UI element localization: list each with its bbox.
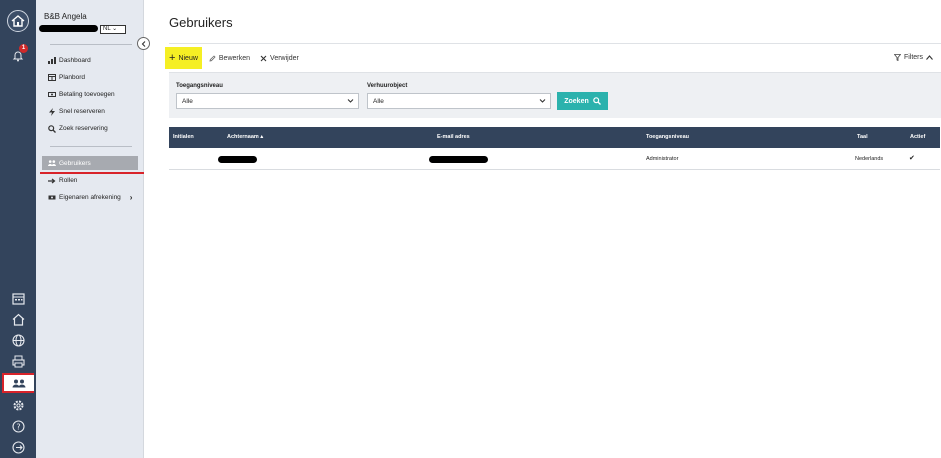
column-header-lastname[interactable]: Achternaam ▴ <box>227 134 263 140</box>
sidebar-item-label: Dashboard <box>59 57 91 64</box>
sidebar-item-rollen[interactable]: Rollen <box>48 174 140 187</box>
edit-button[interactable]: Bewerken <box>206 47 253 69</box>
page-title: Gebruikers <box>169 15 233 30</box>
access-level-label: Toegangsniveau <box>176 83 223 89</box>
cell-language: Nederlands <box>855 156 884 162</box>
toolbar: + Nieuw Bewerken Verwijder <box>165 46 302 70</box>
sidebar-item-planbord[interactable]: Planbord <box>48 71 140 84</box>
divider <box>50 146 132 147</box>
plus-icon: + <box>169 52 176 64</box>
close-icon <box>260 55 267 61</box>
chevron-down-icon <box>347 99 354 103</box>
access-level-value: Alle <box>182 97 193 105</box>
column-header-initials[interactable]: Initialen <box>173 134 194 140</box>
sidebar-item-label: Betaling toevoegen <box>59 91 115 98</box>
chevron-left-icon <box>141 40 145 47</box>
sidebar-item-label: Gebruikers <box>59 159 91 167</box>
users-icon <box>48 159 56 167</box>
sidebar-item-dashboard[interactable]: Dashboard <box>48 54 140 67</box>
sort-asc-icon: ▴ <box>260 134 264 140</box>
printer-icon[interactable] <box>0 351 36 371</box>
logout-icon[interactable] <box>0 437 36 457</box>
home-logo-icon[interactable] <box>7 10 29 32</box>
main-content: Gebruikers + Nieuw Bewerken Verwijder Fi… <box>144 0 941 458</box>
pencil-icon <box>209 54 216 62</box>
language-value: NL <box>103 26 111 32</box>
chart-icon <box>48 57 56 65</box>
chevron-up-icon <box>926 55 933 60</box>
redacted-lastname <box>218 156 257 163</box>
column-header-language[interactable]: Taal <box>857 134 868 140</box>
sidebar-item-label: Snel reserveren <box>59 108 105 115</box>
column-header-access-level[interactable]: Toegangsniveau <box>646 134 689 140</box>
check-icon: ✔ <box>909 155 915 162</box>
delete-button[interactable]: Verwijder <box>257 47 302 69</box>
table-row[interactable]: Administrator Nederlands ✔ <box>169 148 940 170</box>
chevron-right-icon: › <box>129 193 133 202</box>
money-icon <box>48 194 56 202</box>
app-window: 1 ? B&B Angela NL ⌄ Dashboard Planbord B… <box>0 0 941 458</box>
column-header-active[interactable]: Actief <box>910 134 925 140</box>
sidebar-item-snel-reserveren[interactable]: Snel reserveren <box>48 105 140 118</box>
sidebar-item-eigenaren-afrekening[interactable]: Eigenaren afrekening › <box>48 191 140 204</box>
search-icon <box>592 97 601 105</box>
property-name: B&B Angela <box>44 12 87 21</box>
house-icon[interactable] <box>0 309 36 329</box>
annotation-underline <box>40 172 144 174</box>
delete-button-label: Verwijder <box>270 54 299 62</box>
search-button[interactable]: Zoeken <box>557 92 608 110</box>
language-select[interactable]: NL ⌄ <box>100 25 126 34</box>
rental-object-label: Verhuurobject <box>367 83 408 89</box>
column-header-email[interactable]: E-mail adres <box>437 134 470 140</box>
sidebar-item-label: Zoek reservering <box>59 125 108 132</box>
divider <box>50 44 132 45</box>
sidebar-item-zoek-reservering[interactable]: Zoek reservering <box>48 122 140 135</box>
users-icon[interactable] <box>2 373 34 393</box>
rental-object-select[interactable]: Alle <box>367 93 551 109</box>
sidebar: B&B Angela NL ⌄ Dashboard Planbord Betal… <box>36 0 144 458</box>
sidebar-item-gebruikers[interactable]: Gebruikers <box>42 156 138 170</box>
help-icon[interactable]: ? <box>0 416 36 436</box>
sidebar-item-label: Rollen <box>59 177 78 184</box>
redacted-email <box>429 156 488 163</box>
table-header: Initialen Achternaam ▴ E-mail adres Toeg… <box>169 127 940 148</box>
icon-rail: 1 ? <box>0 0 36 458</box>
chevron-down-icon: ⌄ <box>112 26 118 32</box>
edit-button-label: Bewerken <box>218 54 251 62</box>
new-button[interactable]: + Nieuw <box>165 47 202 69</box>
filters-toggle[interactable]: Filters <box>893 54 933 61</box>
arrow-right-icon <box>48 177 56 185</box>
svg-text:?: ? <box>16 422 20 431</box>
cell-access-level: Administrator <box>646 156 679 162</box>
sidebar-item-label: Planbord <box>59 74 86 81</box>
calendar-grid-icon <box>48 74 56 82</box>
gear-icon[interactable] <box>0 395 36 415</box>
globe-icon[interactable] <box>0 330 36 350</box>
search-icon <box>48 124 56 133</box>
lightning-icon <box>48 107 56 116</box>
chevron-down-icon <box>539 99 546 103</box>
sidebar-item-betaling[interactable]: Betaling toevoegen <box>48 88 140 101</box>
filters-label: Filters <box>903 54 923 61</box>
money-icon <box>48 91 56 99</box>
column-header-label: Achternaam <box>227 134 259 140</box>
sidebar-item-label: Eigenaren afrekening <box>59 194 121 201</box>
divider <box>169 43 941 44</box>
search-button-label: Zoeken <box>564 97 589 105</box>
new-button-label: Nieuw <box>178 54 198 62</box>
calendar-icon[interactable] <box>0 288 36 308</box>
users-table: Initialen Achternaam ▴ E-mail adres Toeg… <box>169 127 940 170</box>
filter-panel: Toegangsniveau Alle Verhuurobject Alle Z… <box>169 73 941 118</box>
rental-object-value: Alle <box>373 97 384 105</box>
collapse-sidebar-button[interactable] <box>137 37 150 50</box>
filter-icon <box>893 54 901 61</box>
redacted-text <box>39 25 98 32</box>
notification-badge: 1 <box>19 44 28 53</box>
bell-icon[interactable] <box>0 46 36 66</box>
access-level-select[interactable]: Alle <box>176 93 359 109</box>
